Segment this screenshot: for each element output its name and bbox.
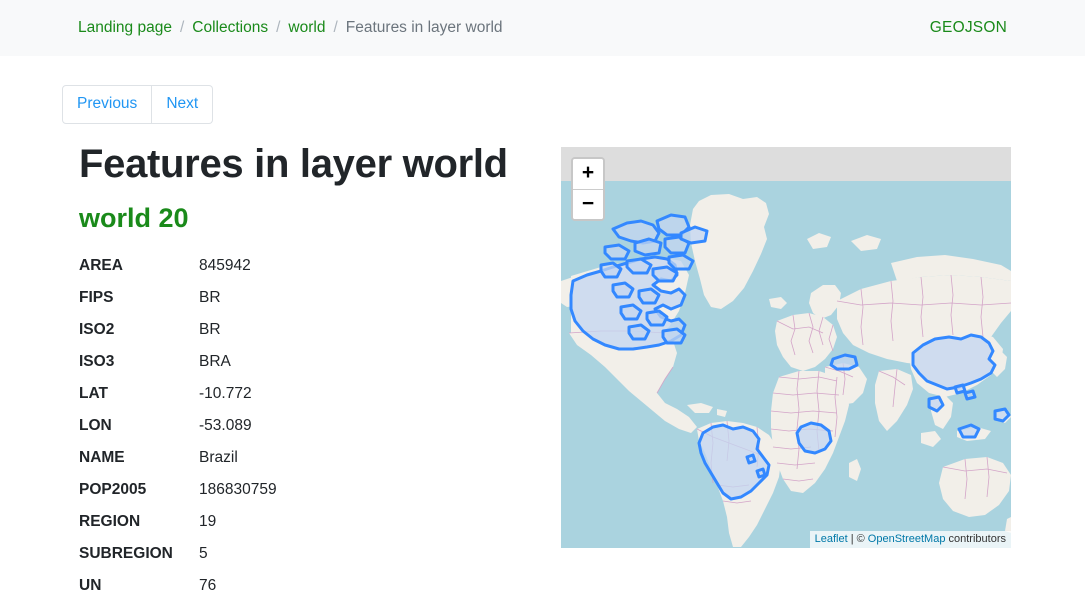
- table-row: UN 76: [79, 570, 542, 599]
- feature-attributes-body: AREA 845942 FIPS BR ISO2 BR ISO3 BRA: [79, 250, 542, 599]
- leaflet-map[interactable]: + − Leaflet | © OpenStreetMap contributo…: [561, 147, 1011, 548]
- page-content: Previous Next Features in layer world wo…: [0, 56, 1085, 599]
- attribute-value-iso2: BR: [199, 314, 542, 346]
- attribute-value-subregion: 5: [199, 538, 542, 570]
- table-row: NAME Brazil: [79, 442, 542, 474]
- table-row: LON -53.089: [79, 410, 542, 442]
- feature-title: world 20: [79, 204, 542, 234]
- attribute-value-lon: -53.089: [199, 410, 542, 442]
- breadcrumb-item-current: Features in layer world: [346, 19, 503, 37]
- leaflet-link[interactable]: Leaflet: [815, 533, 848, 545]
- table-row: LAT -10.772: [79, 378, 542, 410]
- attribute-value-area: 845942: [199, 250, 542, 282]
- openstreetmap-link[interactable]: OpenStreetMap: [868, 533, 946, 545]
- attribute-value-pop2005: 186830759: [199, 474, 542, 506]
- table-row: FIPS BR: [79, 282, 542, 314]
- previous-button[interactable]: Previous: [62, 85, 152, 124]
- table-row: REGION 19: [79, 506, 542, 538]
- page-title: Features in layer world: [79, 142, 542, 187]
- breadcrumb-separator: /: [276, 19, 280, 37]
- pagination-button-group: Previous Next: [62, 85, 213, 124]
- breadcrumb-separator: /: [333, 19, 337, 37]
- table-row: ISO2 BR: [79, 314, 542, 346]
- breadcrumb-item-landing-page[interactable]: Landing page: [78, 19, 172, 37]
- contributors-label: contributors: [949, 533, 1006, 545]
- map-attribution: Leaflet | © OpenStreetMap contributors: [810, 531, 1011, 548]
- attribute-value-lat: -10.772: [199, 378, 542, 410]
- feature-details-column: Features in layer world world 20 AREA 84…: [62, 142, 542, 599]
- attribute-value-region: 19: [199, 506, 542, 538]
- attribute-key-un: UN: [79, 570, 199, 599]
- breadcrumb-item-world[interactable]: world: [288, 19, 325, 37]
- attribute-value-iso3: BRA: [199, 346, 542, 378]
- attribute-key-name: NAME: [79, 442, 199, 474]
- breadcrumb: Landing page / Collections / world / Fea…: [78, 19, 930, 37]
- attribute-value-un: 76: [199, 570, 542, 599]
- geojson-format-link[interactable]: GEOJSON: [930, 19, 1007, 37]
- feature-attributes-table: AREA 845942 FIPS BR ISO2 BR ISO3 BRA: [79, 250, 542, 599]
- attribute-key-iso2: ISO2: [79, 314, 199, 346]
- attribute-value-name: Brazil: [199, 442, 542, 474]
- attribute-key-lon: LON: [79, 410, 199, 442]
- attribute-key-fips: FIPS: [79, 282, 199, 314]
- breadcrumb-item-collections[interactable]: Collections: [192, 19, 268, 37]
- map-missing-tile-strip: [561, 147, 1011, 181]
- main-row: Features in layer world world 20 AREA 84…: [62, 142, 1085, 599]
- zoom-out-button[interactable]: −: [573, 189, 603, 219]
- attribute-key-iso3: ISO3: [79, 346, 199, 378]
- table-row: AREA 845942: [79, 250, 542, 282]
- table-row: POP2005 186830759: [79, 474, 542, 506]
- table-row: SUBREGION 5: [79, 538, 542, 570]
- copyright-symbol: ©: [857, 533, 865, 545]
- breadcrumb-separator: /: [180, 19, 184, 37]
- attribute-key-lat: LAT: [79, 378, 199, 410]
- attribute-key-area: AREA: [79, 250, 199, 282]
- attribution-separator: |: [848, 533, 857, 545]
- attribute-key-pop2005: POP2005: [79, 474, 199, 506]
- attribute-key-subregion: SUBREGION: [79, 538, 199, 570]
- map-column: + − Leaflet | © OpenStreetMap contributo…: [542, 142, 1085, 599]
- attribute-value-fips: BR: [199, 282, 542, 314]
- attribute-key-region: REGION: [79, 506, 199, 538]
- table-row: ISO3 BRA: [79, 346, 542, 378]
- map-zoom-control: + −: [571, 157, 605, 221]
- header-bar: Landing page / Collections / world / Fea…: [0, 0, 1085, 56]
- next-button[interactable]: Next: [152, 85, 213, 124]
- map-tiles: [561, 181, 1011, 548]
- zoom-in-button[interactable]: +: [573, 159, 603, 189]
